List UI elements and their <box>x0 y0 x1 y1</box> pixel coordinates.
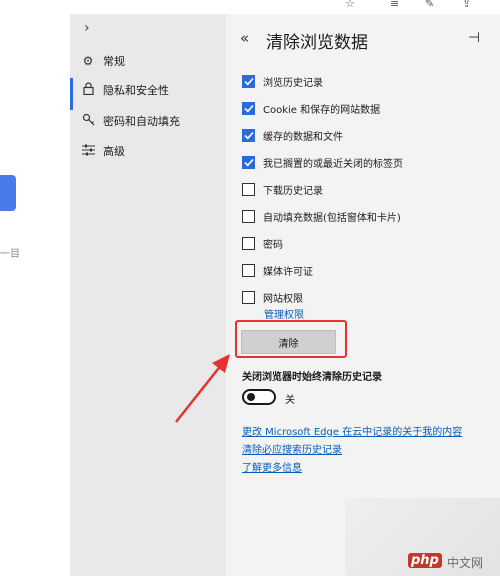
watermark-logo: php <box>408 553 442 568</box>
toggle-knob <box>247 393 255 401</box>
always-clear-toggle[interactable] <box>242 389 276 405</box>
change-cloud-data-link[interactable]: 更改 Microsoft Edge 在云中记录的关于我的内容 <box>242 423 462 438</box>
toggle-state-label: 关 <box>285 395 295 406</box>
clear-bing-history-link[interactable]: 清除必应搜索历史记录 <box>242 441 342 456</box>
watermark-text: 中文网 <box>447 556 484 570</box>
always-clear-heading: 关闭浏览器时始终清除历史记录 <box>242 372 382 383</box>
red-arrow-annotation <box>175 354 230 423</box>
learn-more-link[interactable]: 了解更多信息 <box>242 459 302 474</box>
